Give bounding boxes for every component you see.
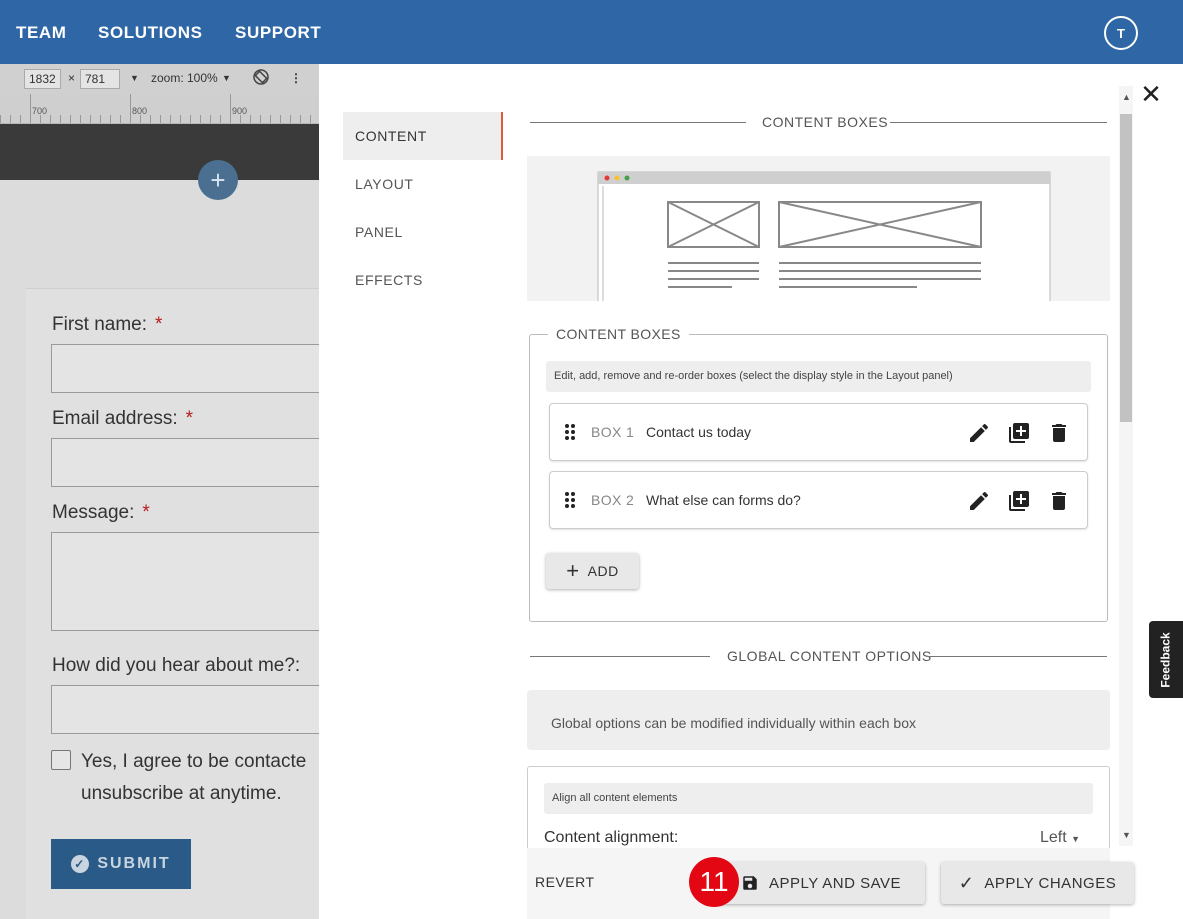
content-alignment-select[interactable]: Left ▼ [1040, 829, 1080, 847]
page-header-band [0, 124, 319, 180]
plus-icon: + [566, 558, 580, 583]
feedback-tab[interactable]: Feedback [1149, 621, 1183, 698]
tab-effects[interactable]: EFFECTS [343, 256, 503, 304]
zoom-select[interactable]: zoom: 100% [151, 71, 218, 85]
check-circle-icon: ✓ [71, 855, 90, 873]
scrollbar-thumb[interactable] [1120, 114, 1132, 422]
message-label: Message: * [52, 502, 150, 523]
dimension-separator: × [68, 71, 76, 85]
divider [890, 122, 1107, 123]
nav-item-support[interactable]: SUPPORT [235, 23, 321, 43]
ruler-tick [30, 94, 31, 116]
ruler: 700 800 900 [0, 94, 319, 124]
align-hint: Align all content elements [544, 783, 1093, 814]
divider [530, 656, 710, 657]
ruler-tick [230, 94, 231, 116]
content-alignment-label: Content alignment: [544, 829, 679, 846]
first-name-label: First name: * [52, 314, 163, 335]
nav-item-team[interactable]: TEAM [16, 23, 67, 43]
ruler-tick [130, 94, 131, 116]
add-box-button[interactable]: + ADD [546, 553, 639, 589]
save-icon [743, 876, 757, 890]
box-title: Contact us today [646, 424, 752, 440]
box-number: BOX 1 [591, 424, 635, 440]
box-number: BOX 2 [591, 492, 635, 508]
zoom-dropdown-icon[interactable]: ▼ [222, 73, 231, 83]
device-width-input[interactable]: 1832 [24, 69, 61, 89]
email-label: Email address: * [52, 408, 194, 429]
section-title: CONTENT BOXES [762, 114, 889, 130]
close-icon[interactable]: ✕ [1137, 79, 1165, 109]
add-label: ADD [587, 563, 619, 579]
edit-pencil-icon[interactable] [967, 421, 991, 445]
device-height-input[interactable]: 781 [80, 69, 120, 89]
step-badge: 11 [689, 857, 739, 907]
panel-footer: REVERT APPLY AND SAVE ✓ APPLY CHANGES [527, 848, 1134, 919]
revert-button[interactable]: REVERT [535, 874, 595, 890]
consent-checkbox[interactable] [51, 750, 71, 770]
dropdown-arrow-icon[interactable]: ▼ [130, 73, 139, 83]
tab-content[interactable]: CONTENT [343, 112, 503, 160]
more-options-icon[interactable]: ⋮ [290, 71, 302, 85]
submit-label: SUBMIT [97, 855, 171, 872]
panel-scrollbar[interactable]: ▲ ▼ [1119, 86, 1133, 846]
device-toolbar: 1832 × 781 ▼ zoom: 100% ▼ ⋮ [0, 64, 319, 94]
user-avatar[interactable]: T [1104, 16, 1138, 50]
consent-text: Yes, I agree to be contacte unsubscribe a… [81, 751, 307, 804]
layout-preview-image [527, 156, 1110, 301]
submit-button[interactable]: ✓ SUBMIT [51, 839, 191, 889]
fieldset-legend: CONTENT BOXES [548, 326, 689, 342]
divider [926, 656, 1107, 657]
hear-about-input[interactable] [51, 685, 341, 734]
tab-layout[interactable]: LAYOUT [343, 160, 503, 208]
fieldset-hint: Edit, add, remove and re-order boxes (se… [546, 361, 1091, 392]
add-section-button[interactable]: + [198, 160, 238, 200]
duplicate-icon[interactable] [1007, 489, 1031, 513]
email-input[interactable] [51, 438, 341, 487]
settings-panel: CONTENT LAYOUT PANEL EFFECTS ✕ CONTENT B… [319, 64, 1183, 919]
content-boxes-fieldset: CONTENT BOXES Edit, add, remove and re-o… [529, 326, 1108, 622]
rotate-icon[interactable] [252, 68, 270, 89]
ruler-ticks [0, 115, 319, 123]
delete-trash-icon[interactable] [1047, 489, 1071, 513]
ruler-label: 700 [32, 106, 48, 116]
section-heading-global-options: GLOBAL CONTENT OPTIONS [530, 648, 1107, 666]
drag-handle-icon[interactable] [564, 423, 576, 441]
ruler-label: 900 [232, 106, 248, 116]
scroll-up-icon[interactable]: ▲ [1122, 92, 1131, 102]
first-name-input[interactable] [51, 344, 341, 393]
duplicate-icon[interactable] [1007, 421, 1031, 445]
apply-and-save-button[interactable]: APPLY AND SAVE [717, 862, 925, 904]
divider [530, 122, 746, 123]
panel-tabs: CONTENT LAYOUT PANEL EFFECTS [343, 112, 503, 304]
section-heading-content-boxes: CONTENT BOXES [530, 114, 1107, 132]
scroll-down-icon[interactable]: ▼ [1122, 830, 1131, 840]
content-box-row[interactable]: BOX 1 Contact us today [549, 403, 1088, 461]
message-textarea[interactable] [51, 532, 341, 631]
global-options-info: Global options can be modified individua… [527, 690, 1110, 750]
section-title: GLOBAL CONTENT OPTIONS [727, 648, 932, 664]
tab-panel[interactable]: PANEL [343, 208, 503, 256]
nav-item-solutions[interactable]: SOLUTIONS [98, 23, 203, 43]
delete-trash-icon[interactable] [1047, 421, 1071, 445]
check-icon: ✓ [958, 872, 975, 893]
content-box-row[interactable]: BOX 2 What else can forms do? [549, 471, 1088, 529]
top-nav: TEAM SOLUTIONS SUPPORT T [0, 0, 1183, 64]
apply-changes-button[interactable]: ✓ APPLY CHANGES [941, 862, 1134, 904]
drag-handle-icon[interactable] [564, 491, 576, 509]
edit-pencil-icon[interactable] [967, 489, 991, 513]
hear-about-label: How did you hear about me?: [52, 655, 301, 676]
ruler-label: 800 [132, 106, 148, 116]
box-title: What else can forms do? [646, 492, 801, 508]
